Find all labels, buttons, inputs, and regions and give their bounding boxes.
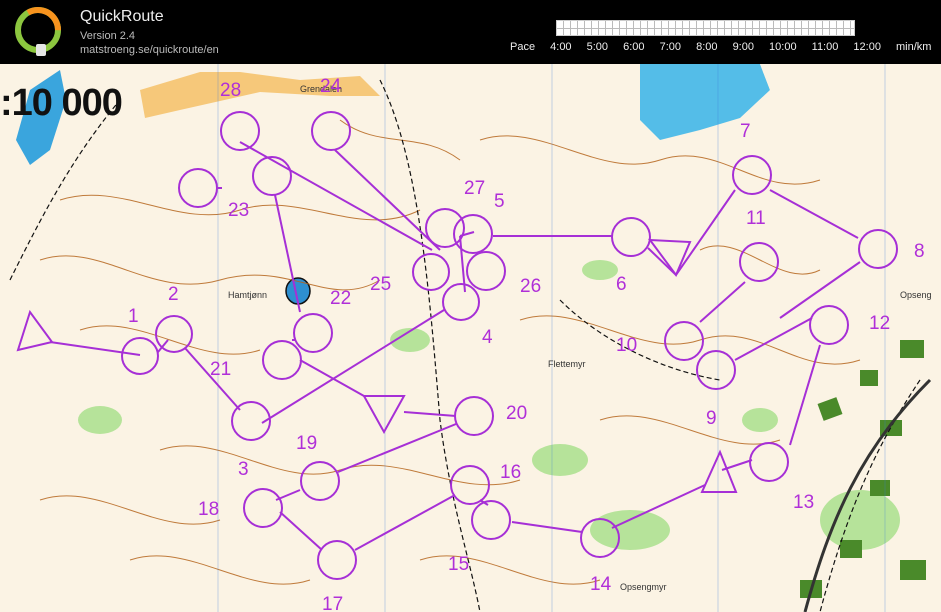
- pace-tick: 9:00: [732, 41, 754, 53]
- place-name: Opseng: [900, 290, 932, 300]
- map-canvas[interactable]: Grendalen Hamtjønn Flettemyr Opseng Opse…: [0, 64, 941, 612]
- control-number: 18: [198, 499, 219, 520]
- orienteering-map[interactable]: Grendalen Hamtjønn Flettemyr Opseng Opse…: [0, 64, 941, 612]
- app-title: QuickRoute: [80, 8, 164, 25]
- place-name: Flettemyr: [548, 359, 586, 369]
- app-version: Version 2.4: [80, 30, 136, 42]
- control-number: 20: [506, 403, 527, 424]
- pace-tick: 12:00: [853, 41, 881, 53]
- control-number: 15: [448, 554, 469, 575]
- control-number: 27: [464, 178, 485, 199]
- control-number: 11: [746, 208, 766, 229]
- control-number: 12: [869, 313, 890, 334]
- control-number: 23: [228, 200, 249, 221]
- pace-scale: Pace 4:00 5:00 6:00 7:00 8:00 9:00 10:00…: [510, 41, 941, 53]
- control-number: 22: [330, 288, 351, 309]
- pace-tick: 7:00: [659, 41, 682, 53]
- control-number: 1: [128, 306, 139, 327]
- control-number: 26: [520, 276, 541, 297]
- control-number: 25: [370, 274, 391, 295]
- control-number: 14: [590, 574, 612, 595]
- place-name: Opsengmyr: [620, 582, 667, 592]
- pace-tick: 11:00: [811, 41, 839, 53]
- control-number: 3: [238, 459, 249, 480]
- pace-unit: min/km: [896, 41, 932, 53]
- quickroute-logo-icon: [15, 7, 61, 56]
- place-name: Hamtjønn: [228, 290, 267, 300]
- control-number: 13: [793, 492, 814, 513]
- control-number: 2: [168, 284, 179, 305]
- control-number: 28: [220, 80, 241, 101]
- pace-tick: 10:00: [769, 41, 797, 53]
- control-number: 9: [706, 408, 717, 429]
- pace-tick: 6:00: [623, 41, 645, 53]
- pace-tick: 8:00: [696, 41, 718, 53]
- pace-color-bar: [556, 20, 855, 36]
- control-number: 6: [616, 274, 627, 295]
- control-number: 8: [914, 241, 925, 262]
- control-number: 21: [210, 359, 231, 380]
- control-number: 24: [320, 76, 342, 97]
- control-number: 19: [296, 433, 317, 454]
- control-number: 10: [616, 335, 637, 356]
- control-number: 16: [500, 462, 521, 483]
- app-url[interactable]: matstroeng.se/quickroute/en: [80, 44, 219, 56]
- map-scale-label: :10 000: [0, 82, 123, 124]
- app-header: QuickRoute Version 2.4 matstroeng.se/qui…: [0, 0, 941, 64]
- control-number: 7: [740, 121, 751, 142]
- pace-label: Pace: [510, 41, 536, 53]
- control-number: 5: [494, 191, 505, 212]
- control-number: 4: [482, 327, 493, 348]
- pace-tick: 5:00: [586, 41, 609, 53]
- pace-tick: 4:00: [550, 41, 572, 53]
- control-number: 17: [322, 594, 343, 612]
